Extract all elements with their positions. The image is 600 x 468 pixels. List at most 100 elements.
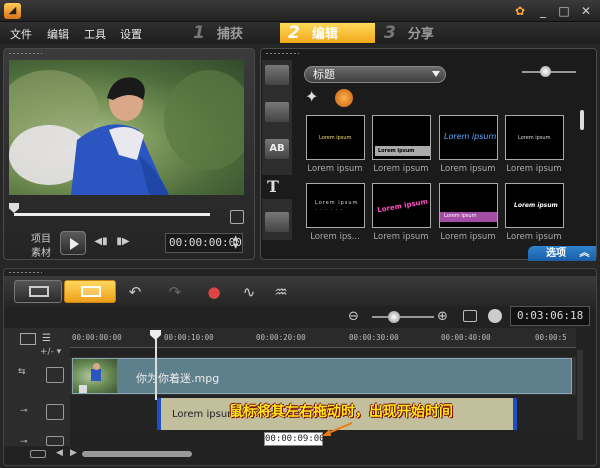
minimize-button[interactable]: _ — [533, 2, 553, 20]
filter-library-icon[interactable] — [265, 212, 289, 232]
start-time-tooltip: 00:00:09:00 — [264, 432, 325, 446]
timeline-zoom-knob[interactable] — [388, 311, 400, 323]
title-t-icon: T — [267, 177, 279, 196]
help-icon[interactable]: ✿ — [510, 2, 530, 20]
maximize-button[interactable]: □ — [554, 2, 574, 20]
overlay-lock-icon[interactable]: ⊸ — [20, 406, 28, 416]
step-label: 分享 — [407, 27, 434, 42]
step-label: 编辑 — [311, 27, 338, 42]
title-thumbnail[interactable]: Lorem ipsum — [372, 183, 431, 228]
title-thumbnail[interactable]: Lorem ipsum · · · · · · — [306, 183, 365, 228]
mode-project-label[interactable]: 项目 — [31, 230, 51, 245]
thumbnail-text: Lorem ipsum — [518, 135, 551, 141]
video-clip-name: 你为你着迷.mpg — [136, 372, 220, 385]
zoom-in-icon[interactable]: ⊕ — [437, 309, 448, 324]
add-remove-track-icon[interactable]: +/- ▾ — [40, 347, 61, 357]
storyboard-view-button[interactable] — [14, 280, 62, 303]
title-thumbnail[interactable]: Lorem ipsum — [306, 115, 365, 160]
title-thumbnail[interactable]: Lorem ipsum — [439, 115, 498, 160]
thumbnail-text: Lorem ipsum — [444, 213, 477, 219]
library-scrollbar[interactable] — [580, 110, 584, 130]
ripple-edit-icon[interactable]: ⇆ — [18, 367, 26, 377]
thumbnail-label: Lorem ipsum — [440, 232, 496, 242]
thumbnail-label: Lorem ipsum — [506, 164, 562, 174]
thumb-size-slider-knob[interactable] — [540, 66, 551, 77]
resize-preview-icon[interactable] — [230, 210, 244, 224]
preview-timecode[interactable]: 00:00:00:00 — [165, 233, 243, 253]
thumbnail-label: Lorem ipsum — [506, 232, 562, 242]
previous-frame-icon[interactable]: ◀▮ — [94, 235, 108, 249]
favorites-icon[interactable] — [335, 89, 353, 107]
title-thumbnail[interactable]: Lorem ipsum — [439, 183, 498, 228]
menu-edit[interactable]: 编辑 — [47, 26, 69, 42]
title-thumbnail[interactable]: Lorem ipsum — [505, 183, 564, 228]
thumbnail-label: Lorem ips... — [310, 232, 360, 242]
ruler-tick: 00:00:00:00 — [72, 333, 122, 342]
track-manager-icon[interactable] — [20, 333, 36, 345]
scrub-track[interactable] — [14, 213, 210, 216]
step-capture[interactable]: 1 捕获 — [185, 23, 280, 43]
timeline-horizontal-scrollbar[interactable] — [82, 451, 192, 457]
menu-settings[interactable]: 设置 — [120, 26, 142, 42]
chevron-down-icon[interactable] — [432, 71, 440, 77]
options-label: 选项 — [546, 248, 566, 259]
track-header-column — [4, 328, 70, 446]
video-track-icon[interactable] — [46, 367, 64, 383]
timecode-spinner-icon[interactable]: ▲ ▼ — [233, 234, 238, 250]
panel-grip — [8, 271, 42, 274]
step-label: 捕获 — [216, 27, 243, 42]
ruler-tick: 00:00:5 — [535, 333, 567, 342]
timeline-view-button[interactable] — [64, 280, 116, 303]
audio-mixer-icon[interactable]: ∿ — [238, 282, 260, 302]
media-library-icon[interactable] — [265, 65, 289, 85]
close-button[interactable]: ✕ — [576, 2, 596, 20]
title-thumbnail[interactable]: Lorem ipsum — [372, 115, 431, 160]
step-edit[interactable]: 2 编辑 — [280, 23, 375, 43]
options-button[interactable]: 选项 ︽ — [528, 246, 596, 261]
step-share[interactable]: 3 分享 — [376, 23, 471, 43]
thumbnail-text: Lorem ipsum — [319, 135, 352, 141]
playhead-line[interactable] — [155, 330, 157, 400]
thumbnail-text: Lorem ipsum — [444, 132, 497, 141]
redo-icon[interactable]: ↷ — [164, 282, 186, 302]
mode-clip-label[interactable]: 素材 — [31, 244, 51, 259]
timeline-vertical-scrollbar[interactable] — [577, 350, 583, 440]
overlay-track-icon[interactable] — [46, 404, 64, 420]
title-thumbnail[interactable]: Lorem ipsum — [505, 115, 564, 160]
thumbnail-label: Lorem ipsum — [440, 164, 496, 174]
annotation-text: 鼠标将其左右拖动时，出现开始时间 — [229, 404, 453, 420]
clock-icon — [488, 309, 502, 323]
graphic-library-icon[interactable]: AB — [265, 139, 289, 159]
thumbnail-text-line: · · · · · · — [315, 207, 344, 213]
timeline-zoom-slider[interactable] — [372, 316, 434, 318]
chapter-icon[interactable]: ☰ — [42, 333, 58, 345]
scroll-left-icon[interactable]: ◀ — [56, 448, 63, 458]
title-track-icon[interactable] — [46, 436, 64, 446]
undo-icon[interactable]: ↶ — [124, 282, 146, 302]
add-title-icon[interactable]: ✦ — [305, 88, 323, 106]
clip-audio-icon — [79, 385, 87, 393]
menu-file[interactable]: 文件 — [10, 26, 32, 42]
record-capture-icon[interactable]: ● — [203, 282, 225, 302]
fit-project-icon[interactable] — [463, 310, 477, 322]
zoom-out-icon[interactable]: ⊖ — [348, 309, 359, 324]
panel-grip — [8, 52, 42, 55]
thumbnail-text: Lorem ipsum — [315, 200, 359, 206]
step-number: 2 — [288, 23, 300, 43]
chevron-up-icon: ︽ — [579, 248, 590, 259]
menu-tools[interactable]: 工具 — [84, 26, 106, 42]
scroll-right-icon[interactable]: ▶ — [70, 448, 77, 458]
project-duration: 0:03:06:18 — [510, 306, 590, 326]
title-lock-icon[interactable]: ⊸ — [20, 437, 28, 447]
category-select[interactable]: 标题 — [304, 66, 446, 83]
time-ruler[interactable] — [70, 328, 576, 348]
annotation-arrow-icon — [322, 422, 353, 436]
ruler-tick: 00:00:10:00 — [164, 333, 214, 342]
thumbnail-text: Lorem ipsum — [376, 197, 429, 215]
app-logo-icon: ◢ — [4, 3, 21, 19]
transition-library-icon[interactable] — [265, 102, 289, 122]
play-button[interactable] — [60, 231, 86, 255]
next-frame-icon[interactable]: ▮▶ — [116, 235, 130, 249]
track-toggle-icon[interactable] — [30, 450, 46, 458]
auto-music-icon[interactable]: ♒ — [270, 282, 292, 302]
